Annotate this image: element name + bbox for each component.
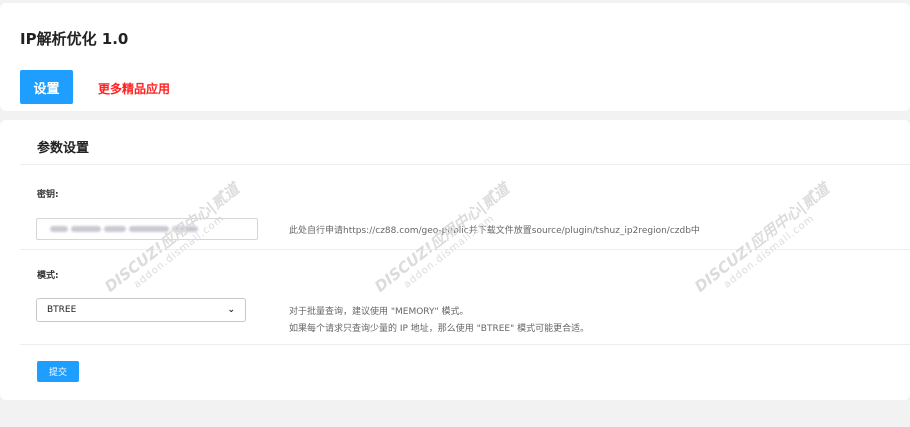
key-label: 密钥: xyxy=(37,190,59,200)
mode-select-value: BTREE xyxy=(47,305,77,315)
divider xyxy=(20,164,910,165)
mode-label: 模式: xyxy=(37,271,59,281)
divider xyxy=(20,249,910,250)
chevron-down-icon: ⌄ xyxy=(227,305,235,315)
key-value-redacted xyxy=(50,226,198,232)
settings-button[interactable]: 设置 xyxy=(20,70,73,104)
submit-button[interactable]: 提交 xyxy=(37,361,79,382)
settings-form-card xyxy=(0,120,910,400)
mode-select[interactable]: BTREE ⌄ xyxy=(36,298,246,322)
more-apps-link[interactable]: 更多精品应用 xyxy=(98,80,170,97)
key-hint: 此处自行申请https://cz88.com/geo-public并下载文件放置… xyxy=(289,226,700,236)
mode-hint-2: 如果每个请求只查询少量的 IP 地址，那么使用 "BTREE" 模式可能更合适。 xyxy=(289,324,590,334)
section-title: 参数设置 xyxy=(37,141,90,156)
mode-hint-1: 对于批量查询，建议使用 "MEMORY" 模式。 xyxy=(289,307,469,317)
app-title: IP解析优化 1.0 xyxy=(20,30,129,48)
divider xyxy=(20,344,910,345)
